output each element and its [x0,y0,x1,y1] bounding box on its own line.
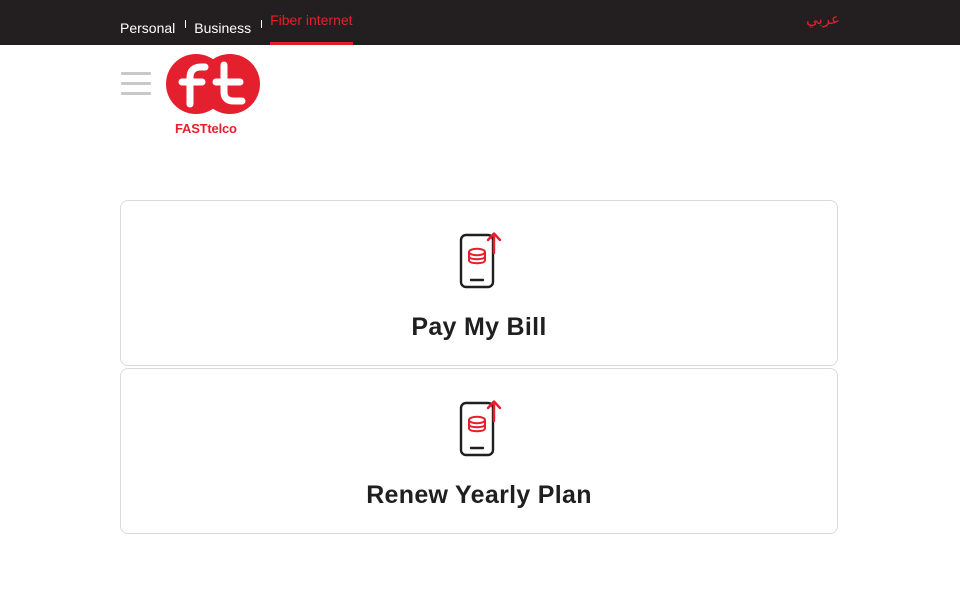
logo-text: FASTtelco [175,121,237,136]
pay-my-bill-label: Pay My Bill [411,313,547,341]
language-switch-link[interactable]: عربي [806,10,840,28]
fasttelco-logo[interactable]: FASTtelco [164,54,262,136]
nav-fiber-internet-link[interactable]: Fiber internet [270,0,353,45]
nav-divider [185,19,187,28]
segment-nav: Personal Business Fiber internet [120,0,353,45]
renew-yearly-plan-card[interactable]: Renew Yearly Plan [120,368,838,534]
site-header: FASTtelco [0,45,960,140]
main-content: Pay My Bill Renew Yearly Plan [0,140,960,600]
phone-coins-upload-icon [459,400,502,457]
logo-mark-icon [166,54,260,114]
nav-personal-link[interactable]: Personal [120,7,175,38]
menu-icon[interactable] [121,72,151,96]
nav-divider [261,19,263,28]
top-bar: Personal Business Fiber internet عربي [0,0,960,45]
pay-my-bill-card[interactable]: Pay My Bill [120,200,838,366]
phone-coins-upload-icon [459,232,502,289]
nav-business-link[interactable]: Business [194,7,251,38]
renew-yearly-plan-label: Renew Yearly Plan [366,481,592,509]
